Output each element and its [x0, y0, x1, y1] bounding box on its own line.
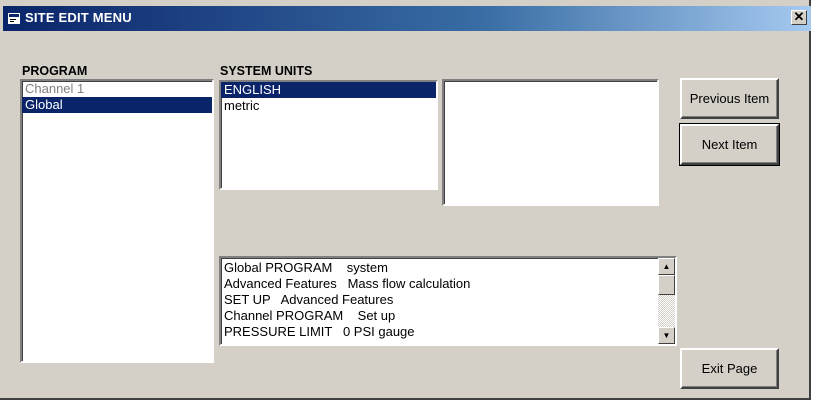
program-path-box: Global PROGRAM system Advanced Features M…	[219, 256, 677, 346]
close-icon: ✕	[793, 9, 805, 24]
window-app-icon	[8, 13, 20, 24]
window-title: SITE EDIT MENU	[25, 10, 132, 25]
list-item[interactable]: Global	[22, 97, 212, 113]
title-bar: SITE EDIT MENU ✕	[3, 6, 811, 31]
list-item[interactable]: ENGLISH	[221, 82, 436, 98]
path-line: Global PROGRAM system	[224, 260, 388, 275]
system-units-label: SYSTEM UNITS	[220, 64, 313, 78]
path-line: SET UP Advanced Features	[224, 292, 394, 307]
program-listbox[interactable]: Channel 1 Global	[20, 79, 214, 363]
path-line: Channel PROGRAM Set up	[224, 308, 396, 323]
path-scrollbar[interactable]: ▲ ▼	[658, 258, 675, 344]
exit-page-button[interactable]: Exit Page	[680, 348, 779, 389]
scroll-up-icon[interactable]: ▲	[658, 258, 675, 275]
next-item-label: Next Item	[701, 137, 758, 152]
previous-item-label: Previous Item	[689, 91, 770, 106]
previous-item-button[interactable]: Previous Item	[680, 78, 779, 119]
path-line: PRESSURE LIMIT 0 PSI gauge	[224, 324, 415, 339]
scroll-down-icon[interactable]: ▼	[658, 327, 675, 344]
next-item-button[interactable]: Next Item	[679, 123, 780, 166]
program-label: PROGRAM	[22, 64, 88, 78]
path-line: Advanced Features Mass flow calculation	[224, 276, 471, 291]
list-item[interactable]: metric	[221, 98, 436, 114]
system-units-listbox[interactable]: ENGLISH metric	[219, 80, 438, 190]
list-item[interactable]: Channel 1	[22, 81, 212, 97]
site-edit-window: SITE EDIT MENU ✕ PROGRAM Channel 1 Global…	[0, 0, 811, 400]
scroll-thumb[interactable]	[658, 275, 675, 295]
close-button[interactable]: ✕	[791, 10, 807, 25]
exit-page-label: Exit Page	[701, 361, 758, 376]
value-entry-box[interactable]	[442, 79, 659, 206]
